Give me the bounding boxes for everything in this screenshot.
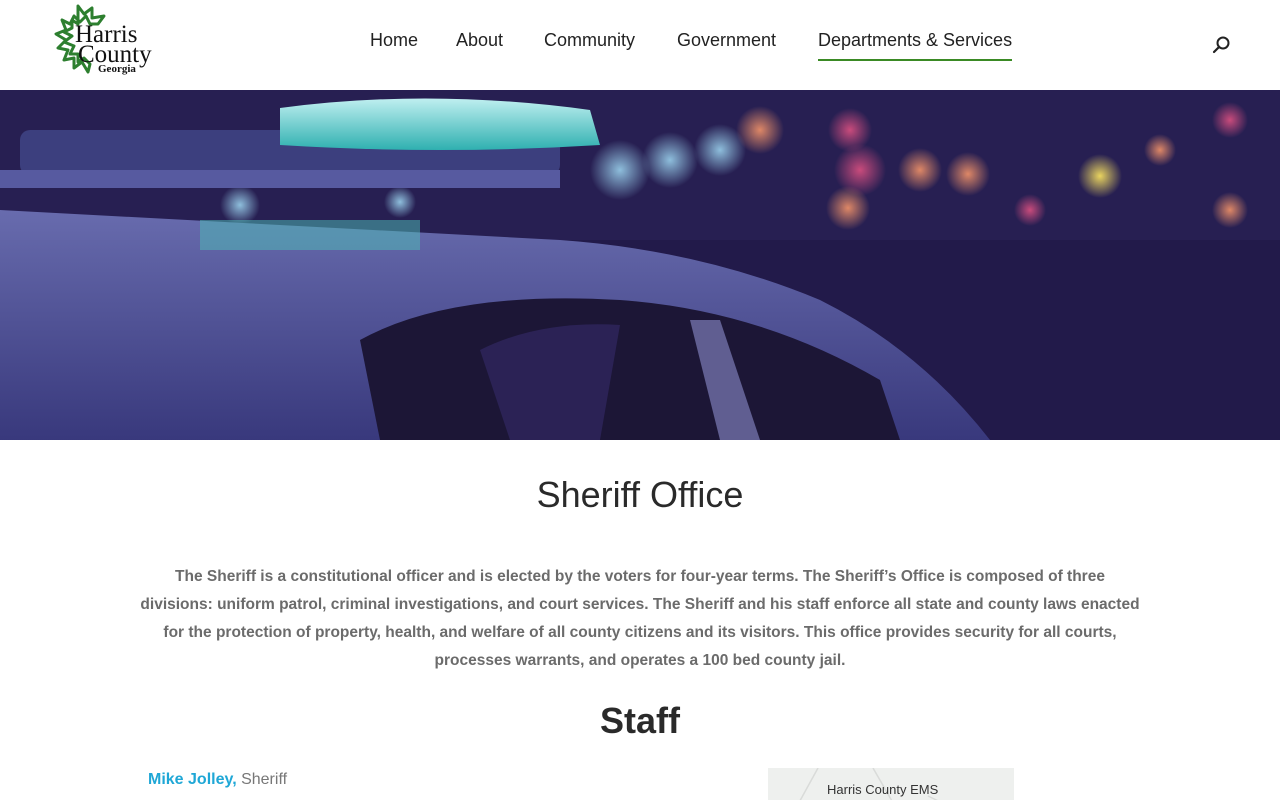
- police-car-photo: [0, 90, 1280, 440]
- intro-paragraph: The Sheriff is a constitutional officer …: [140, 568, 1140, 669]
- nav-departments-services[interactable]: Departments & Services: [818, 30, 1013, 61]
- map-place-label: Harris County EMS: [827, 782, 939, 797]
- hero-image: [0, 90, 1280, 440]
- site-header: Harris County Georgia Home About Communi…: [0, 0, 1280, 90]
- nav-community[interactable]: Community: [544, 30, 635, 59]
- nav-government[interactable]: Government: [677, 30, 776, 59]
- map-embed[interactable]: Harris County EMS: [768, 768, 1014, 800]
- staff-heading: Staff: [600, 700, 680, 741]
- nav-home[interactable]: Home: [370, 30, 418, 59]
- staff-role: Sheriff: [236, 771, 288, 788]
- search-button[interactable]: [1210, 34, 1232, 56]
- nav-about[interactable]: About: [456, 30, 503, 59]
- search-icon: [1212, 36, 1230, 54]
- logo-text-georgia: Georgia: [98, 63, 136, 75]
- page-title: Sheriff Office: [536, 474, 744, 515]
- staff-name-link[interactable]: Mike Jolley,: [148, 771, 237, 788]
- staff-list-item: Mike Jolley, Sheriff: [148, 771, 287, 789]
- site-logo[interactable]: Harris County Georgia: [50, 2, 165, 80]
